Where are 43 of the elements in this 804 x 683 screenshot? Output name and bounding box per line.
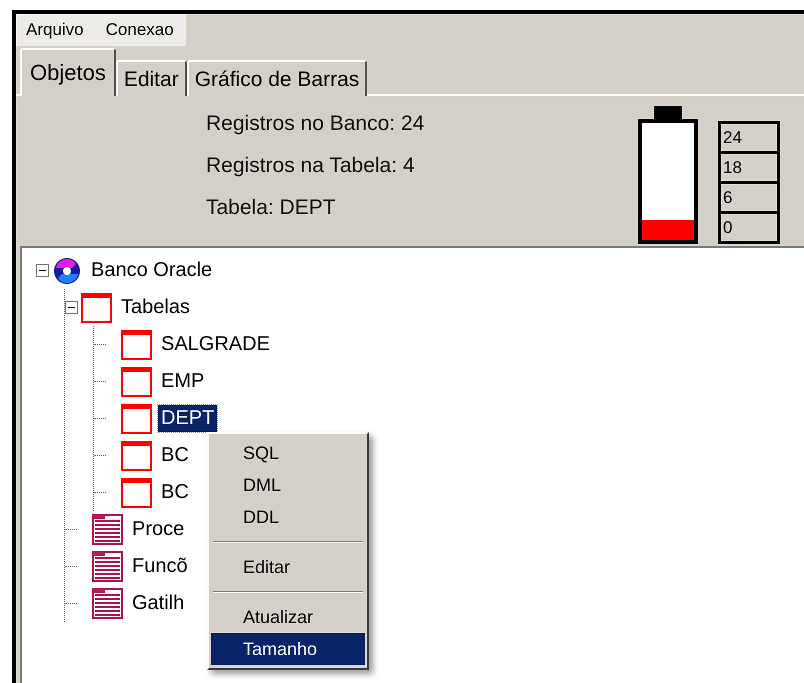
table-icon [121, 330, 152, 360]
table-icon [121, 478, 152, 508]
tree-item[interactable]: EMP [158, 368, 208, 395]
context-menu-item[interactable]: DML [211, 469, 365, 501]
menu-item[interactable]: Arquivo [26, 20, 84, 40]
tree-item[interactable]: DEPT [158, 405, 218, 432]
collapse-toggle[interactable] [65, 301, 78, 314]
context-menu-item[interactable]: Tamanho [211, 633, 365, 665]
document-icon [92, 551, 123, 582]
info-label: Tabela [206, 196, 268, 220]
context-menu-item[interactable]: Atualizar [211, 601, 365, 633]
info-value: : DEPT [268, 196, 336, 220]
table-icon [81, 292, 112, 322]
info-value: : 4 [391, 154, 415, 178]
collapse-toggle[interactable] [36, 264, 49, 277]
tree-item[interactable]: BC [158, 479, 192, 506]
table-icon [121, 404, 152, 434]
tab[interactable]: Objetos [20, 48, 116, 96]
tree-item[interactable]: Banco Oracle [88, 257, 216, 284]
menu-item[interactable]: Conexao [106, 20, 174, 40]
context-menu-item[interactable]: DDL [211, 501, 365, 533]
tab[interactable]: Gráfico de Barras [186, 60, 368, 96]
info-label: Registros no Banco [206, 112, 390, 136]
scale-label: 0 [722, 217, 734, 239]
info-value: : 24 [389, 112, 424, 136]
document-icon [92, 588, 123, 619]
tree-item[interactable]: Tabelas [118, 294, 193, 321]
document-icon [92, 514, 123, 545]
info-label: Registros na Tabela [206, 154, 392, 178]
tree-item[interactable]: Proce [129, 516, 188, 543]
tree-item[interactable]: Gatilh [129, 590, 188, 617]
tree-item[interactable]: BC [158, 442, 192, 469]
context-menu-item[interactable]: Editar [211, 551, 365, 583]
tree-item[interactable]: Funcõ [129, 553, 191, 580]
context-menu-item[interactable]: SQL [211, 437, 365, 469]
scale-label: 6 [721, 184, 777, 214]
scale-label: 24 [721, 124, 777, 154]
database-icon [52, 256, 82, 286]
table-icon [121, 366, 152, 396]
scale-label: 18 [721, 154, 777, 184]
table-icon [121, 440, 152, 470]
tree-item[interactable]: SALGRADE [158, 331, 273, 358]
tab[interactable]: Editar [116, 60, 187, 96]
